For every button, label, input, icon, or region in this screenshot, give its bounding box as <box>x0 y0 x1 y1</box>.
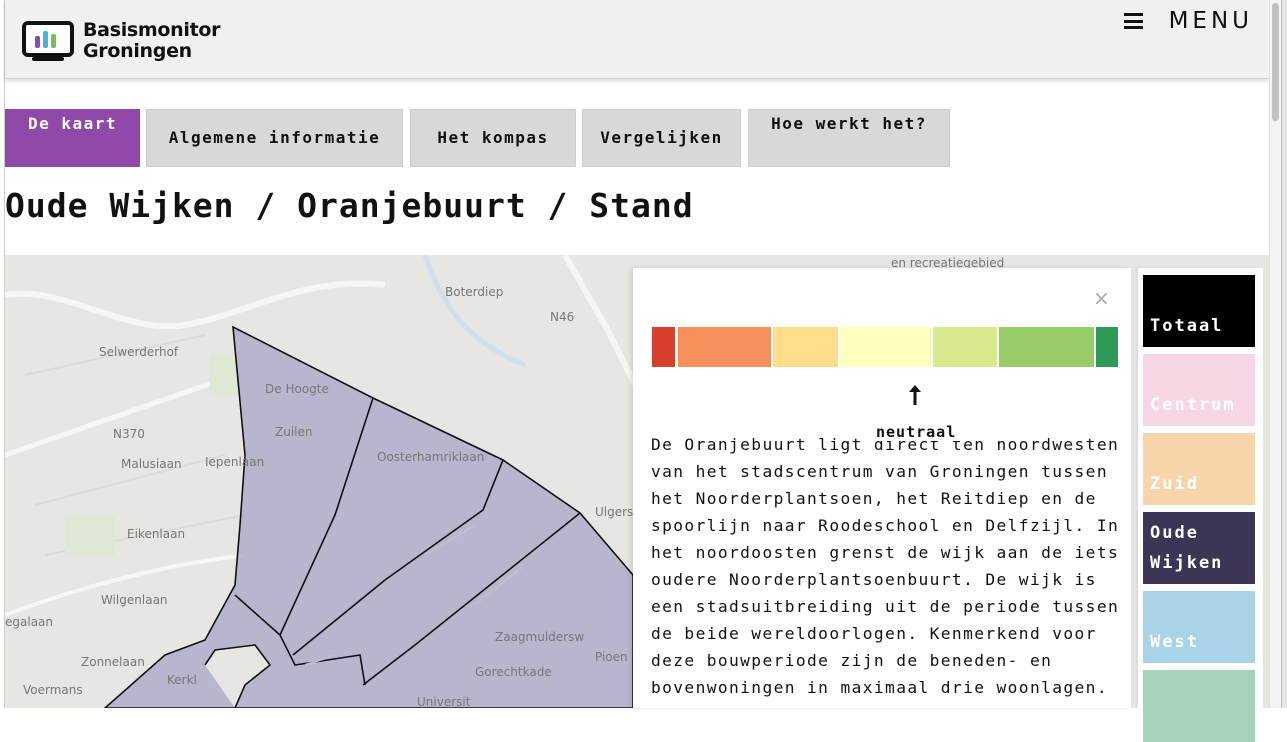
map-label: N370 <box>113 427 145 441</box>
site-logo[interactable]: Basismonitor Groningen <box>22 18 232 64</box>
description-text: De Oranjebuurt ligt direct ten noordwest… <box>651 435 1120 697</box>
logo-line-2: Groningen <box>83 40 192 62</box>
info-panel: × neutraal De Oranjebuurt ligt direct te… <box>633 268 1131 708</box>
tab-vergelijken[interactable]: Vergelijken <box>582 109 741 167</box>
map-label: Voermans <box>23 683 83 697</box>
map-label: Zaagmuldersw <box>495 630 585 644</box>
scale-segment <box>999 327 1094 367</box>
map-label: Zuilen <box>275 425 313 439</box>
scrollbar[interactable] <box>1269 0 1281 708</box>
category-totaal[interactable]: Totaal <box>1143 275 1255 347</box>
menu-label: MENU <box>1168 8 1253 34</box>
logo-text: Basismonitor Groningen <box>83 19 221 62</box>
tab-de-kaart[interactable]: De kaart <box>5 109 140 167</box>
hamburger-icon <box>1123 13 1143 29</box>
browser-page: Basismonitor Groningen MENU De kaart Alg… <box>4 0 1269 742</box>
indicator-label: neutraal <box>875 423 958 441</box>
monitor-icon <box>22 21 74 57</box>
map-label: Boterdiep <box>445 285 504 299</box>
tab-het-kompas[interactable]: Het kompas <box>410 109 576 167</box>
site-header: Basismonitor Groningen MENU <box>5 0 1269 79</box>
category-zuid[interactable]: Zuid <box>1143 433 1255 505</box>
map-label: Eikenlaan <box>127 527 186 541</box>
map-label: Wilgenlaan <box>101 593 168 607</box>
map-label: Zonnelaan <box>81 655 145 669</box>
logo-line-1: Basismonitor <box>83 19 221 41</box>
map-label: Gorechtkade <box>475 665 552 679</box>
tab-hoe-werkt-het[interactable]: Hoe werkt het? <box>748 109 950 167</box>
scale-segment <box>773 327 838 367</box>
page-title: Oude Wijken / Oranjebuurt / Stand <box>5 186 694 225</box>
map-label: Iepenlaan <box>205 455 265 469</box>
scrollbar-thumb[interactable] <box>1272 3 1279 121</box>
map-label: Malusiaan <box>121 457 182 471</box>
map-label: Oosterhamriklaan <box>377 450 485 464</box>
window-edge <box>1281 0 1287 708</box>
tab-algemene-informatie[interactable]: Algemene informatie <box>146 109 403 167</box>
category-list: Totaal Centrum Zuid Oude Wijken West <box>1138 268 1263 742</box>
map-label: De Hoogte <box>265 382 329 396</box>
map-label: N46 <box>550 310 575 324</box>
map-label: Kerkl <box>167 673 197 687</box>
map-label: egalaan <box>5 615 53 629</box>
menu-button[interactable]: MENU <box>1123 8 1253 34</box>
category-oude-wijken[interactable]: Oude Wijken <box>1143 512 1255 584</box>
arrow-up-icon <box>909 385 921 405</box>
scale-segment <box>1096 327 1118 367</box>
map-label: Universit <box>417 695 471 708</box>
scale-segment <box>652 327 675 367</box>
category-item[interactable] <box>1143 670 1255 742</box>
scale-segment <box>840 327 931 367</box>
scale-segment <box>678 327 771 367</box>
category-centrum[interactable]: Centrum <box>1143 354 1255 426</box>
map-label: Selwerderhof <box>99 345 179 359</box>
map-label: Pioen <box>595 650 628 664</box>
category-west[interactable]: West <box>1143 591 1255 663</box>
close-icon[interactable]: × <box>1093 286 1110 310</box>
scale-segment <box>933 327 997 367</box>
